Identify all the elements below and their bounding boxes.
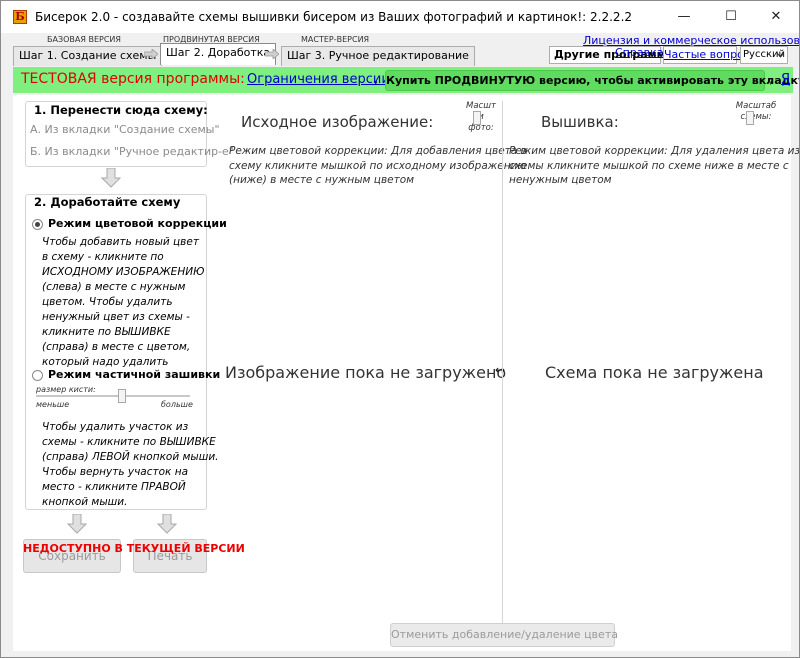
brush-size-label: размер кисти:	[36, 385, 96, 394]
limitations-link[interactable]: Ограничения версии	[247, 72, 390, 87]
tab-step2[interactable]: Шаг 2. Доработка	[160, 43, 277, 65]
mode-color-description: Чтобы добавить новый цвет в схему - клик…	[42, 236, 205, 368]
from-tab-create-button[interactable]: А. Из вкладки "Создание схемы"	[30, 123, 220, 136]
arrow-right-icon	[265, 49, 279, 59]
source-zoom-slider[interactable]	[473, 111, 481, 125]
brush-more-label: больше	[161, 400, 193, 409]
mode-color-correction-label[interactable]: Режим цветовой коррекции	[48, 217, 227, 230]
partial-description: Чтобы удалить участок из схемы - кликнит…	[42, 421, 219, 508]
help-link[interactable]: Справка	[615, 46, 663, 59]
arrow-down-icon	[157, 514, 177, 534]
brush-less-label: меньше	[36, 400, 70, 409]
language-select[interactable]: Русский	[740, 46, 788, 64]
faq-button[interactable]: Частые вопросы	[663, 46, 759, 64]
app-icon: Б	[13, 10, 27, 24]
tab-step3[interactable]: Шаг 3. Ручное редактирование	[281, 46, 475, 66]
arrow-down-icon	[67, 514, 87, 534]
mode-partial-label[interactable]: Режим частичной зашивки	[48, 368, 220, 381]
chevron-down-icon	[777, 53, 784, 58]
source-image-placeholder[interactable]: Изображение пока не загружено	[225, 363, 506, 382]
from-tab-manual-button[interactable]: Б. Из вкладки "Ручное редактир-е"	[30, 145, 234, 158]
source-image-title: Исходное изображение:	[241, 113, 434, 131]
title-bar: Б Бисерок 2.0 - создавайте схемы вышивки…	[1, 1, 799, 33]
tab-step1[interactable]: Шаг 1. Создание схемы	[13, 46, 163, 66]
section2-title: 2. Доработайте схему	[34, 195, 181, 209]
unavailable-notice: НЕДОСТУПНО В ТЕКУЩЕЙ ВЕРСИИ	[23, 542, 245, 555]
test-version-label: ТЕСТОВАЯ версия программы:	[21, 71, 245, 87]
source-hint: Режим цветовой коррекции: Для добавления…	[229, 145, 527, 186]
app-window: Б Бисерок 2.0 - создавайте схемы вышивки…	[0, 0, 800, 658]
arrow-right-icon	[144, 49, 158, 59]
window-title: Бисерок 2.0 - создавайте схемы вышивки б…	[35, 10, 633, 24]
scheme-zoom-slider[interactable]	[746, 111, 754, 125]
minimize-button[interactable]: —	[661, 1, 707, 33]
close-button[interactable]: ✕	[753, 1, 799, 33]
undo-color-change-button[interactable]: Отменить добавление/удаление цвета	[390, 623, 618, 647]
panel-divider[interactable]	[502, 101, 503, 646]
scheme-zoom-label: Масштаб схемы:	[735, 101, 777, 122]
swap-icon[interactable]: ↔	[495, 363, 505, 377]
buy-advanced-button[interactable]: Купить ПРОДВИНУТУЮ версию, чтобы активир…	[385, 70, 799, 91]
source-zoom-label: Масшт и фото:	[466, 101, 496, 133]
banner-comma: ,	[374, 72, 379, 87]
brush-size-track	[36, 395, 190, 397]
section1-title: 1. Перенести сюда схему:	[34, 103, 208, 117]
scheme-placeholder[interactable]: Схема пока не загружена	[545, 363, 764, 382]
refine-scheme-group: 2. Доработайте схему Режим цветовой корр…	[25, 194, 227, 510]
banner-trail-link[interactable]: Я	[781, 72, 790, 87]
brush-size-slider-thumb[interactable]	[118, 389, 126, 403]
maximize-button[interactable]: ☐	[708, 1, 754, 33]
transfer-scheme-group: 1. Перенести сюда схему: А. Из вкладки "…	[25, 101, 234, 167]
arrow-down-icon	[101, 168, 121, 188]
banner-comma: ,	[769, 72, 774, 87]
mode-partial-radio[interactable]	[32, 370, 43, 381]
caption-basic-version: БАЗОВАЯ ВЕРСИЯ	[47, 35, 121, 44]
caption-master-version: МАСТЕР-ВЕРСИЯ	[301, 35, 370, 44]
mode-color-correction-radio[interactable]	[32, 219, 43, 230]
scheme-hint: Режим цветовой коррекции: Для удаления ц…	[509, 145, 800, 186]
scheme-title: Вышивка:	[541, 113, 619, 131]
test-version-banner: ТЕСТОВАЯ версия программы: Ограничения в…	[13, 67, 799, 93]
